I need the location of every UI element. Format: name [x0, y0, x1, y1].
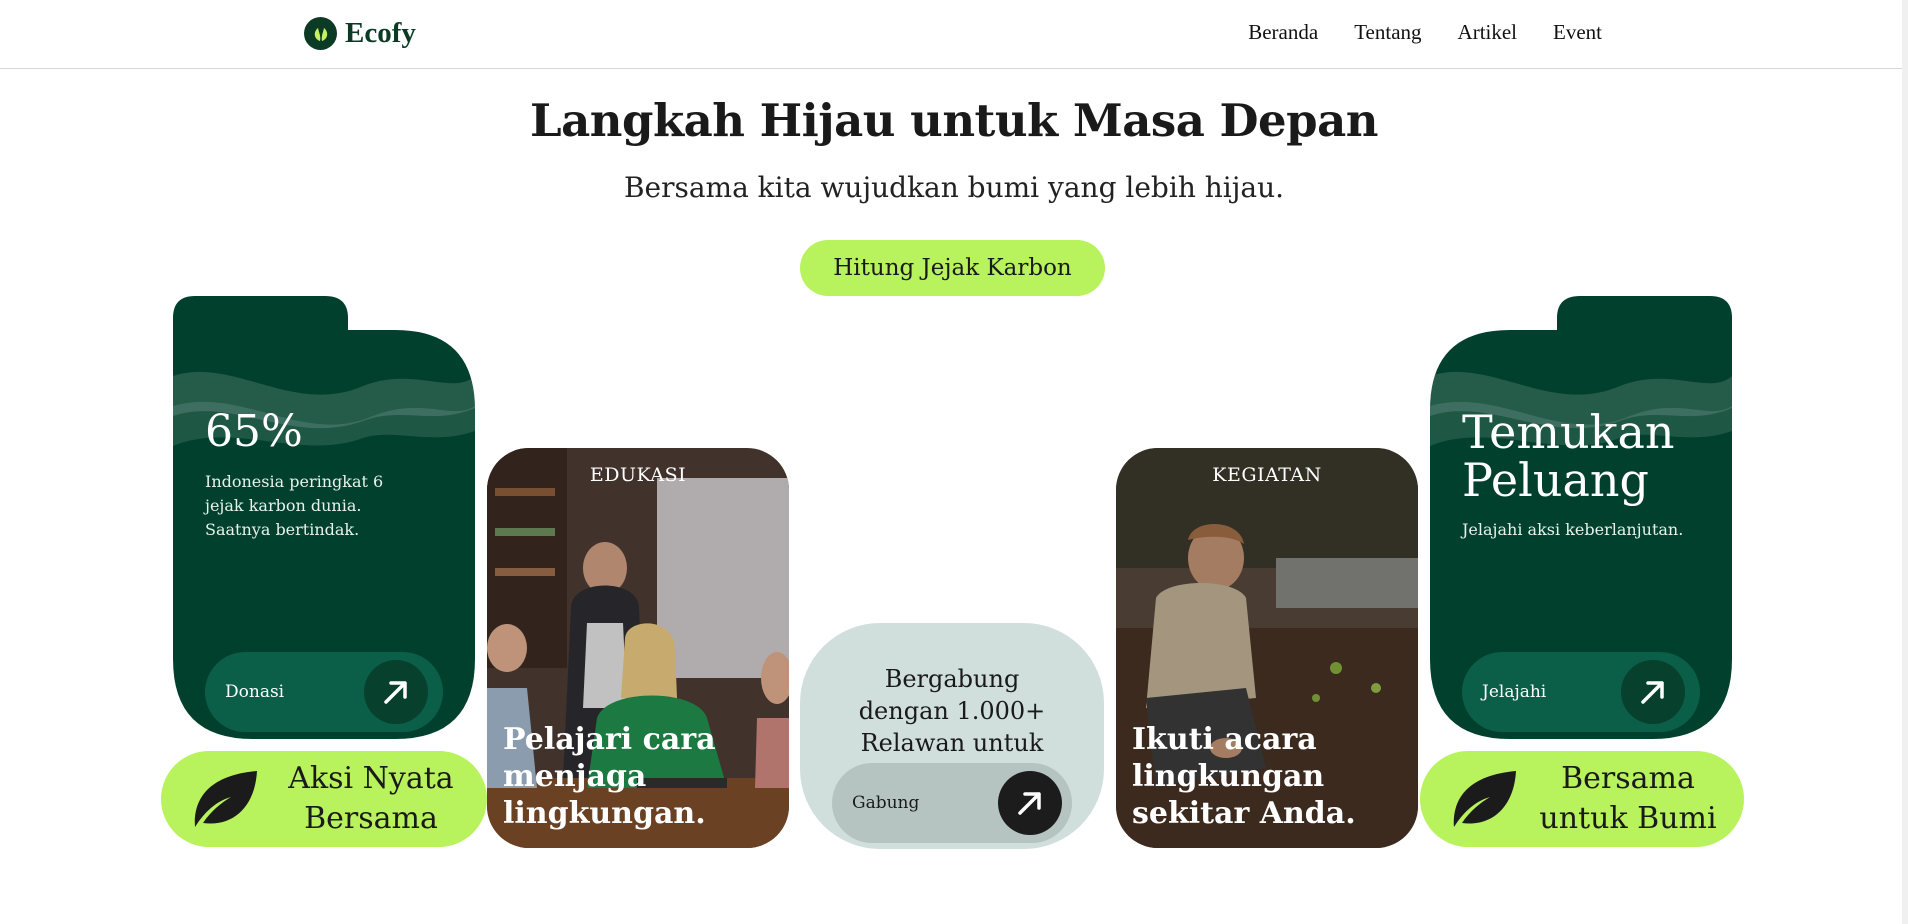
- badge-aksi-nyata: Aksi Nyata Bersama: [161, 751, 487, 847]
- carbon-calculator-button[interactable]: Hitung Jejak Karbon: [800, 240, 1105, 296]
- nav-item-event[interactable]: Event: [1553, 20, 1602, 45]
- stat-card: 65% Indonesia peringkat 6 jejak karbon d…: [173, 296, 475, 739]
- education-tag: EDUKASI: [589, 464, 687, 486]
- logo-leaf-icon: [304, 17, 337, 50]
- leaf-icon: [191, 767, 259, 835]
- activity-card[interactable]: KEGIATAN Ikuti acara lingkungan sekitar …: [1116, 448, 1418, 848]
- donate-button[interactable]: Donasi: [205, 652, 443, 732]
- nav-item-artikel[interactable]: Artikel: [1458, 20, 1517, 45]
- opportunity-description: Jelajahi aksi keberlanjutan.: [1462, 520, 1684, 539]
- arrow-up-right-icon: [364, 660, 428, 724]
- stat-value: 65%: [205, 406, 303, 457]
- main-nav: Beranda Tentang Artikel Event: [1248, 20, 1602, 45]
- volunteer-card: Bergabung dengan 1.000+ Relawan untuk Pe…: [800, 623, 1104, 849]
- activity-tag: KEGIATAN: [1212, 464, 1322, 486]
- arrow-up-right-icon: [998, 771, 1062, 835]
- nav-item-beranda[interactable]: Beranda: [1248, 20, 1318, 45]
- explore-button[interactable]: Jelajahi: [1462, 652, 1700, 732]
- education-card[interactable]: EDUKASI Pelajari cara menjaga lingkungan…: [487, 448, 789, 848]
- page-scrollbar[interactable]: [1902, 0, 1908, 924]
- badge-bersama-bumi: Bersama untuk Bumi: [1420, 751, 1744, 847]
- badge-text: Bersama untuk Bumi: [1539, 761, 1717, 836]
- stat-description: Indonesia peringkat 6 jejak karbon dunia…: [205, 472, 384, 539]
- donate-button-label: Donasi: [225, 682, 285, 702]
- logo-text: Ecofy: [345, 17, 416, 49]
- badge-text: Aksi Nyata Bersama: [288, 761, 454, 836]
- join-button[interactable]: Gabung: [832, 763, 1072, 843]
- join-button-label: Gabung: [852, 793, 920, 813]
- education-caption: Pelajari cara menjaga lingkungan.: [503, 722, 716, 831]
- activity-caption: Ikuti acara lingkungan sekitar Anda.: [1132, 722, 1356, 831]
- logo[interactable]: Ecofy: [304, 17, 416, 50]
- explore-button-label: Jelajahi: [1482, 682, 1547, 702]
- leaf-icon: [1450, 767, 1518, 835]
- arrow-up-right-icon: [1621, 660, 1685, 724]
- opportunity-card: Temukan Peluang Jelajahi aksi keberlanju…: [1430, 296, 1732, 739]
- hero-title: Langkah Hijau untuk Masa Depan: [529, 94, 1379, 147]
- opportunity-title: Temukan Peluang: [1462, 405, 1675, 507]
- hero-subtitle: Bersama kita wujudkan bumi yang lebih hi…: [623, 171, 1285, 204]
- nav-item-tentang[interactable]: Tentang: [1354, 20, 1421, 45]
- site-header: Ecofy Beranda Tentang Artikel Event: [0, 0, 1908, 69]
